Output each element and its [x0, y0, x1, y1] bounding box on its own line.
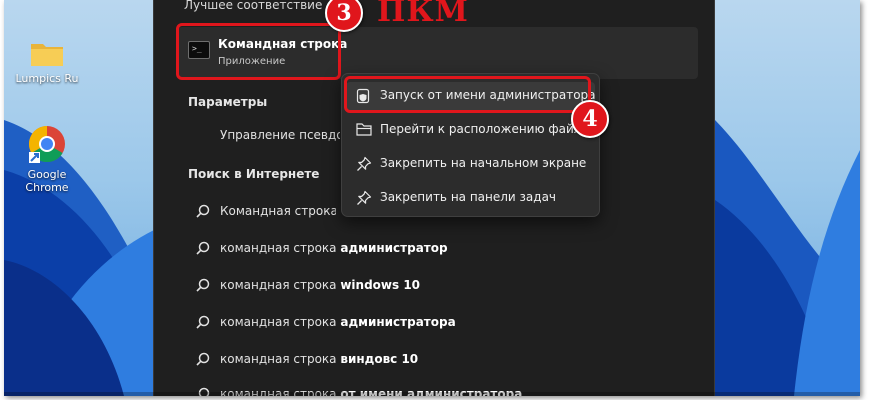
web-result-bold: виндовс 10	[340, 352, 419, 366]
web-result-bold: администратора	[340, 315, 456, 329]
web-result-bold: windows 10	[340, 278, 421, 292]
search-icon	[196, 204, 210, 218]
menu-item-label: Закрепить на начальном экране	[380, 156, 587, 170]
search-icon	[196, 352, 210, 366]
right-click-label: ПКМ	[377, 0, 469, 29]
desktop-icon-label: Lumpics Ru	[15, 72, 79, 85]
callout-highlight-best-match	[176, 23, 341, 80]
pin-icon	[357, 190, 372, 205]
menu-item-label: Закрепить на панели задач	[380, 190, 557, 204]
search-icon	[196, 241, 210, 255]
web-result-item[interactable]: Командная строка - См	[196, 202, 336, 222]
web-result-text: Командная строка - См	[220, 204, 336, 218]
menu-item-pin-to-start[interactable]: Закрепить на начальном экране	[346, 150, 595, 178]
web-search-heading: Поиск в Интернете	[188, 167, 320, 181]
chrome-icon	[28, 126, 65, 163]
menu-item-pin-to-taskbar[interactable]: Закрепить на панели задач	[346, 184, 595, 212]
search-icon	[196, 315, 210, 329]
folder-open-icon	[356, 123, 372, 136]
menu-item-label: Перейти к расположению файла	[380, 122, 589, 136]
step-4-badge: 4	[571, 100, 609, 138]
pin-icon	[357, 156, 372, 171]
web-result-text: командная строка	[220, 352, 341, 366]
desktop-icon-lumpics[interactable]: Lumpics Ru	[10, 38, 84, 85]
best-match-heading: Лучшее соответствие	[184, 0, 323, 12]
folder-icon	[31, 44, 63, 66]
menu-item-open-file-location[interactable]: Перейти к расположению файла	[346, 116, 595, 144]
callout-highlight-run-as-admin	[344, 76, 591, 113]
web-result-text: командная строка	[220, 241, 341, 255]
screenshot-frame: Lumpics Ru Google Chrome Лучшее соответс…	[4, 0, 860, 396]
settings-item[interactable]: Управление псевдони	[220, 128, 340, 142]
bottom-edge	[4, 392, 860, 396]
web-result-text: командная строка	[220, 315, 341, 329]
web-result-bold: администратор	[340, 241, 448, 255]
settings-heading: Параметры	[188, 95, 268, 109]
desktop-icon-chrome[interactable]: Google Chrome	[10, 124, 84, 194]
web-result-text: командная строка	[220, 278, 341, 292]
search-icon	[196, 278, 210, 292]
desktop-icon-label: Google Chrome	[25, 168, 69, 194]
